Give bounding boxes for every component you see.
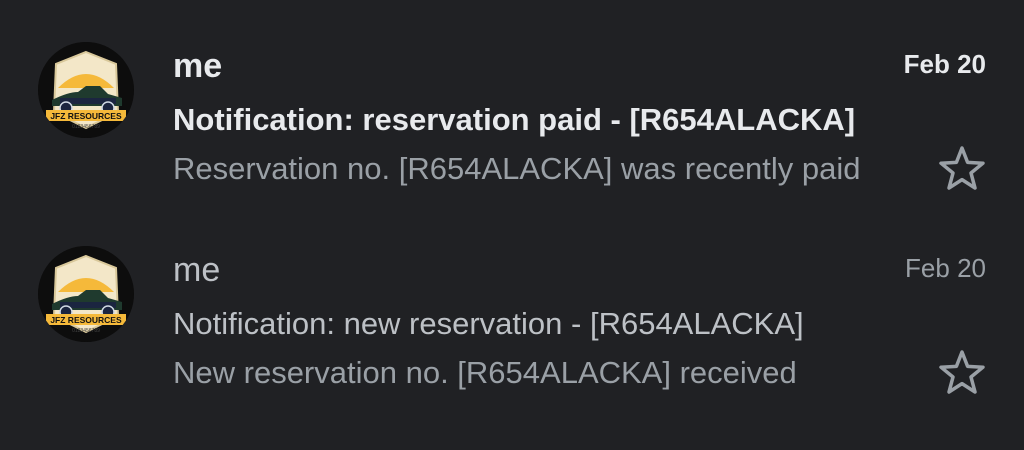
- svg-text:JFZ RESOURCES: JFZ RESOURCES: [50, 315, 122, 325]
- sender-name: me: [173, 47, 223, 85]
- svg-text:JFZ RESOURCES: JFZ RESOURCES: [50, 111, 122, 121]
- email-date: Feb 20: [905, 253, 986, 283]
- svg-text:0123456789: 0123456789: [72, 124, 100, 130]
- sender-name: me: [173, 251, 221, 289]
- star-icon[interactable]: [936, 143, 988, 195]
- jfz-resources-logo: JFZ RESOURCES 0123456789: [38, 42, 134, 138]
- email-snippet: Reservation no. [R654ALACKA] was recentl…: [173, 151, 861, 186]
- email-list: JFZ RESOURCES 0123456789 me Feb 20 Notif…: [0, 0, 1024, 450]
- email-snippet: New reservation no. [R654ALACKA] receive…: [173, 355, 797, 390]
- email-subject: Notification: new reservation - [R654ALA…: [173, 306, 804, 341]
- sender-avatar[interactable]: JFZ RESOURCES 0123456789: [38, 246, 134, 342]
- svg-text:0123456789: 0123456789: [72, 328, 100, 334]
- email-subject: Notification: reservation paid - [R654AL…: [173, 102, 856, 137]
- email-row[interactable]: JFZ RESOURCES 0123456789 me Feb 20 Notif…: [0, 0, 1024, 200]
- email-date: Feb 20: [903, 49, 986, 79]
- star-icon[interactable]: [936, 347, 988, 399]
- jfz-resources-logo: JFZ RESOURCES 0123456789: [38, 246, 134, 342]
- sender-avatar[interactable]: JFZ RESOURCES 0123456789: [38, 42, 134, 138]
- email-row[interactable]: JFZ RESOURCES 0123456789 me Feb 20 Notif…: [0, 204, 1024, 404]
